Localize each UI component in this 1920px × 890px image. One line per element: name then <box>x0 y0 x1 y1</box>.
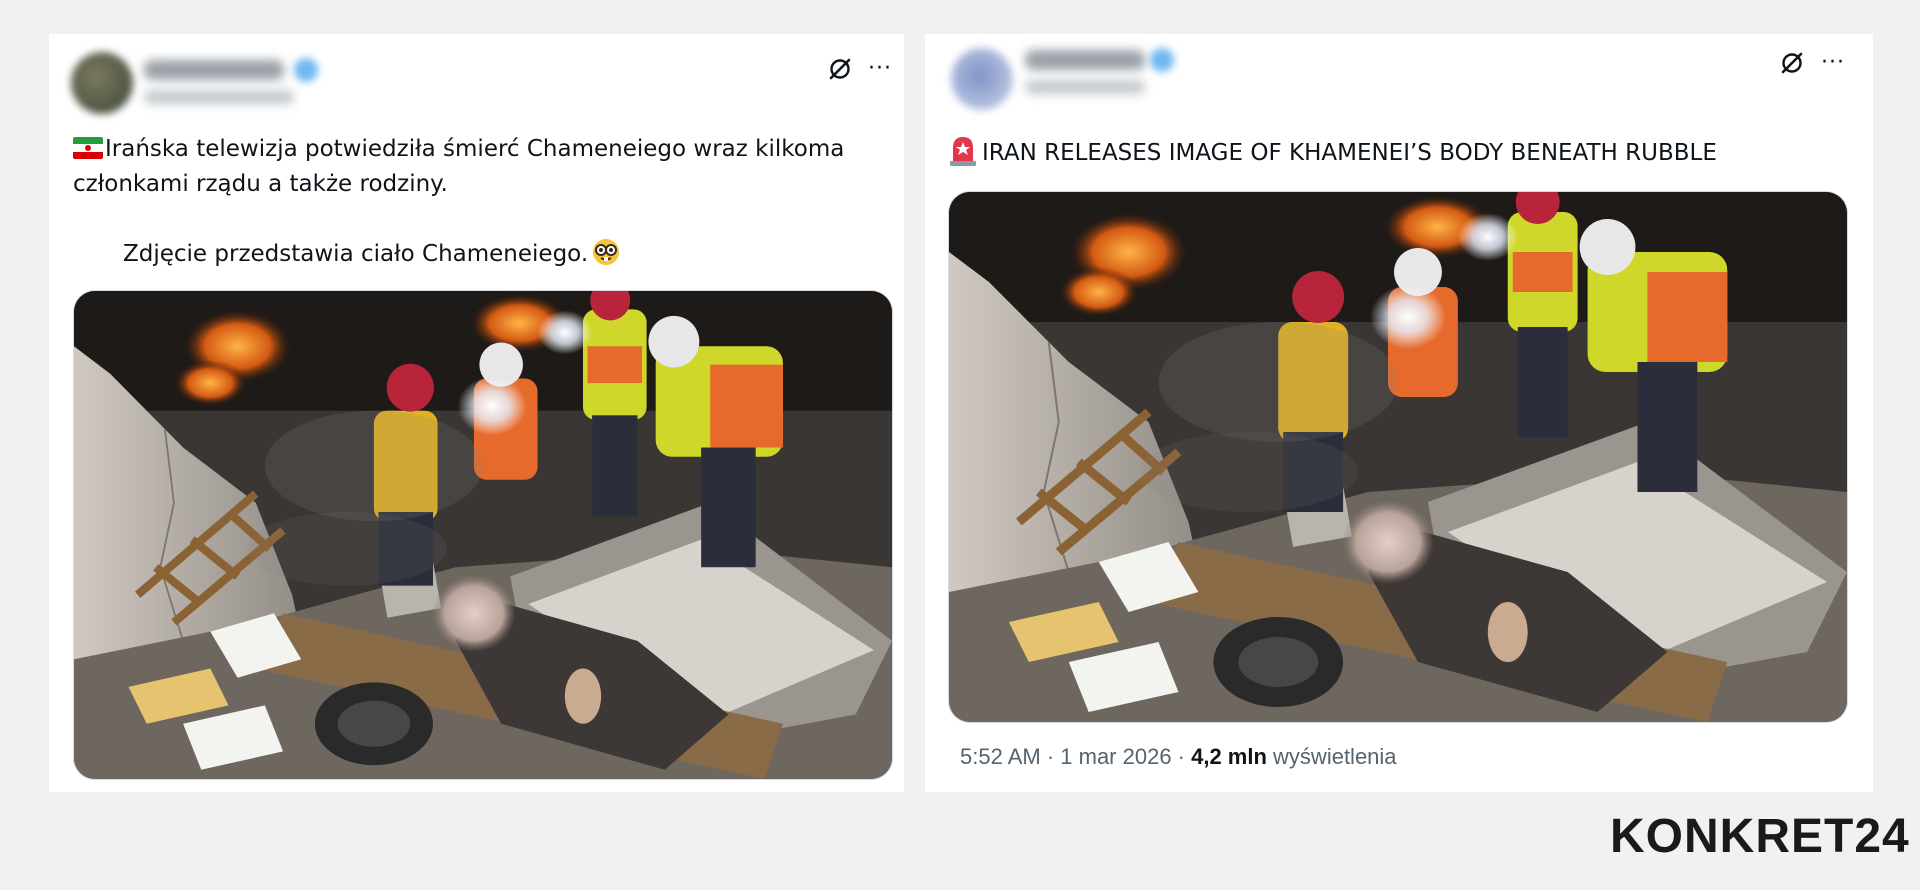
verified-badge-icon <box>1150 48 1174 72</box>
post-text-line-2: członkami rządu a także rodziny. <box>73 171 448 197</box>
siren-icon <box>948 134 978 166</box>
blurred-username[interactable] <box>1025 50 1145 70</box>
post-timestamp[interactable]: 5:52 AM · 1 mar 2026 · <box>960 744 1191 769</box>
blurred-handle <box>144 90 294 104</box>
post-image[interactable] <box>948 191 1848 723</box>
post-text: IRAN RELEASES IMAGE OF KHAMENEI’S BODY B… <box>982 140 1717 166</box>
post-text-line-3: Zdjęcie przedstawia ciało Chameneiego. <box>73 237 873 272</box>
post-card-2[interactable]: ··· IRAN RELEASES IMAGE OF KHAMENEI’S BO… <box>925 34 1873 792</box>
post-text-line: IRAN RELEASES IMAGE OF KHAMENEI’S BODY B… <box>948 134 1848 171</box>
post-text-3a: Zdjęcie przedstawia ciało Chameneiego. <box>123 241 589 267</box>
post-text-1a: Irańska telewizja potwiedziła śmierć Cha… <box>105 136 845 162</box>
views-label: wyświetlenia <box>1273 744 1397 769</box>
grok-icon[interactable] <box>1777 48 1807 78</box>
verified-badge-icon <box>294 58 318 82</box>
avatar[interactable] <box>71 52 133 114</box>
views-count: 4,2 mln <box>1191 744 1267 769</box>
post-card-1[interactable]: ··· Irańska telewizja potwiedziła śmierć… <box>49 34 904 792</box>
nerd-face-icon <box>592 238 620 266</box>
blurred-username[interactable] <box>144 60 284 80</box>
post-text-line-1: Irańska telewizja potwiedziła śmierć Cha… <box>73 132 873 167</box>
more-icon[interactable]: ··· <box>865 54 895 84</box>
iran-flag-icon <box>73 137 103 159</box>
grok-icon[interactable] <box>825 54 855 84</box>
post-meta: 5:52 AM · 1 mar 2026 · 4,2 mln wyświetle… <box>960 744 1397 770</box>
avatar[interactable] <box>951 48 1013 110</box>
konkret24-logo: KONKRET24 <box>1610 810 1910 863</box>
more-icon[interactable]: ··· <box>1818 48 1848 78</box>
blurred-handle <box>1025 80 1145 94</box>
post-image[interactable] <box>73 290 893 780</box>
